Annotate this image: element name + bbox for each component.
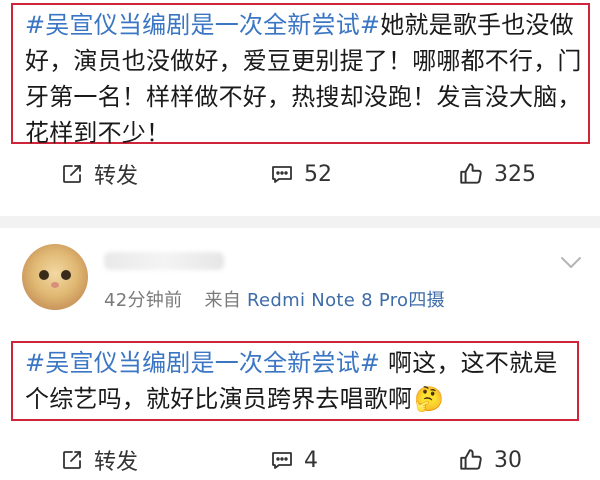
like-button[interactable]: 30: [458, 440, 522, 480]
repost-icon: [63, 451, 81, 469]
thinking-emoji: 🤔: [414, 385, 445, 413]
post-separator: [0, 216, 600, 228]
repost-label: 转发: [94, 450, 139, 475]
weibo-post-1: #吴宣仪当编剧是一次全新尝试#她就是歌手也没做好，演员也没做好，爱豆更别提了！哪…: [0, 0, 600, 216]
post-2-hashtag[interactable]: #吴宣仪当编剧是一次全新尝试#: [25, 349, 380, 377]
device-source[interactable]: Redmi Note 8 Pro四摄: [247, 290, 445, 311]
repost-label: 转发: [94, 164, 139, 189]
post-1-action-bar: 转发 52 325: [0, 154, 600, 194]
post-1-content: #吴宣仪当编剧是一次全新尝试#她就是歌手也没做好，演员也没做好，爱豆更别提了！哪…: [11, 3, 590, 147]
comment-count: 52: [304, 161, 332, 187]
like-icon: [460, 449, 482, 470]
username-blurred[interactable]: [104, 252, 224, 270]
like-button[interactable]: 325: [458, 154, 536, 194]
comment-icon: [272, 452, 292, 469]
repost-button[interactable]: 转发: [60, 440, 138, 480]
post-time: 42分钟前: [104, 290, 183, 311]
chevron-down-icon[interactable]: [560, 256, 582, 270]
post-2-action-bar: 转发 4 30: [0, 440, 600, 480]
like-count: 325: [494, 161, 536, 187]
like-icon: [460, 163, 482, 184]
comment-icon: [272, 166, 292, 183]
repost-icon: [63, 165, 81, 183]
post-1-hashtag[interactable]: #吴宣仪当编剧是一次全新尝试#: [25, 11, 380, 39]
like-count: 30: [494, 447, 522, 473]
weibo-post-2: 42分钟前 来自 Redmi Note 8 Pro四摄 #吴宣仪当编剧是一次全新尝…: [0, 228, 600, 480]
avatar[interactable]: [22, 244, 88, 310]
post-2-meta: 42分钟前 来自 Redmi Note 8 Pro四摄: [104, 286, 445, 312]
comment-button[interactable]: 4: [270, 440, 318, 480]
comment-count: 4: [304, 447, 318, 473]
comment-button[interactable]: 52: [270, 154, 332, 194]
source-prefix: 来自: [204, 290, 242, 311]
repost-button[interactable]: 转发: [60, 154, 138, 194]
post-2-content: #吴宣仪当编剧是一次全新尝试# 啊这，这不就是个综艺吗，就好比演员跨界去唱歌啊🤔: [11, 341, 579, 421]
